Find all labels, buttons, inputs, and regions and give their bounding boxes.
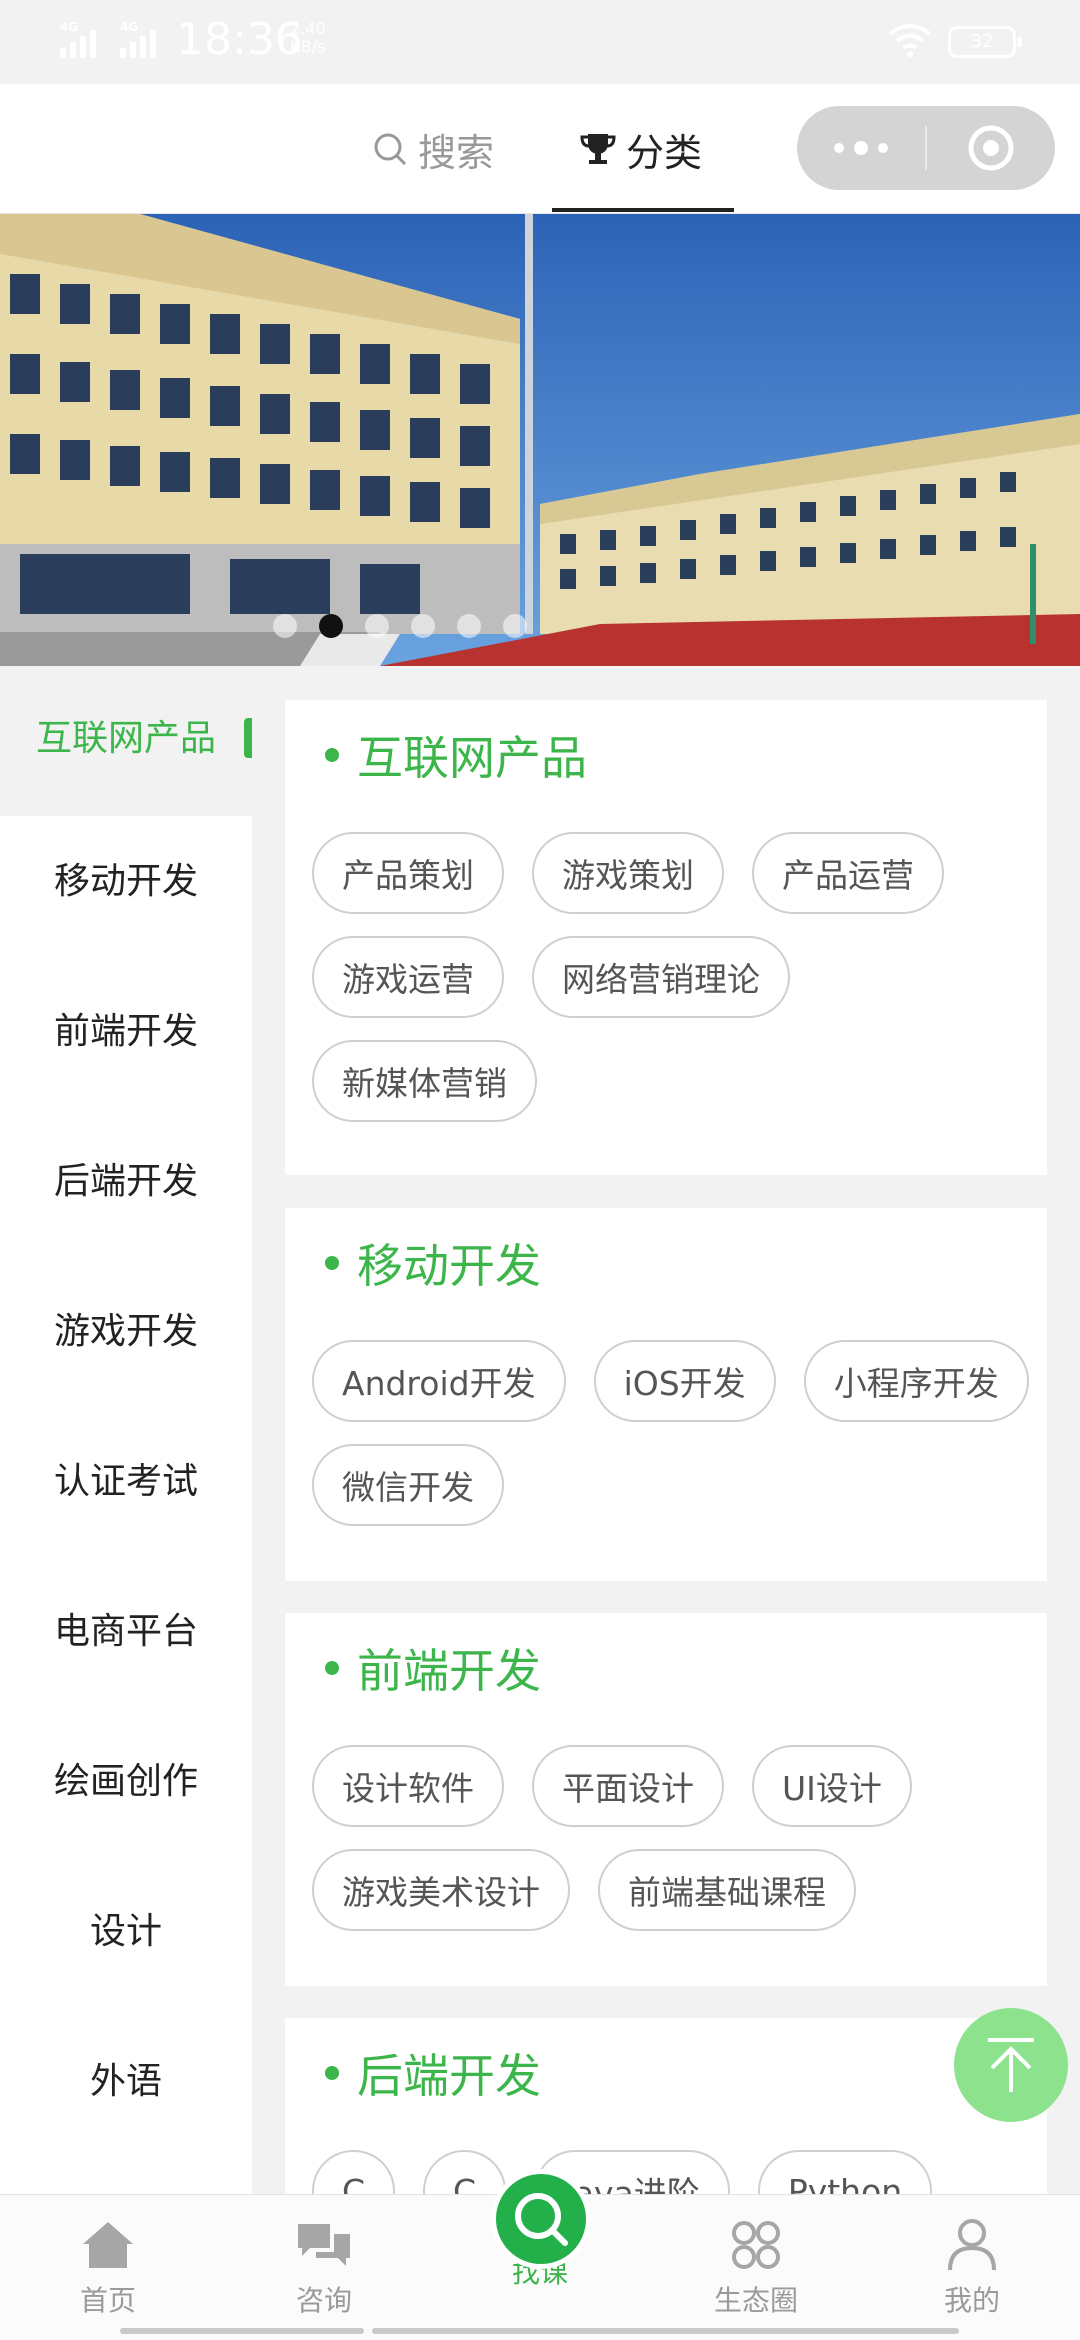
arrow-up-icon bbox=[988, 2038, 1034, 2092]
search-icon bbox=[515, 2193, 568, 2246]
section-title: 后端开发 bbox=[325, 2040, 541, 2106]
tab-mine-label: 我的 bbox=[943, 2284, 1000, 2317]
carousel-dot[interactable] bbox=[411, 614, 435, 638]
tag-chip[interactable]: 游戏运营 bbox=[312, 936, 504, 1018]
tag-chip[interactable]: 游戏美术设计 bbox=[312, 1849, 570, 1931]
carousel-dot[interactable] bbox=[365, 614, 389, 638]
find-course-center-button[interactable] bbox=[491, 2169, 591, 2269]
tab-search-label: 搜索 bbox=[418, 130, 495, 175]
tag-chip[interactable]: 网络营销理论 bbox=[532, 936, 790, 1018]
tag-list: Android开发 iOS开发 小程序开发 微信开发 bbox=[312, 1340, 1032, 1526]
sidebar-item-backend-dev[interactable]: 后端开发 bbox=[0, 1103, 252, 1253]
tag-chip[interactable]: iOS开发 bbox=[593, 1340, 776, 1422]
tab-mine[interactable]: 我的 bbox=[864, 2195, 1080, 2340]
tab-category-label: 分类 bbox=[626, 130, 703, 175]
carousel-dot[interactable] bbox=[273, 614, 297, 638]
section-title: 移动开发 bbox=[325, 1230, 541, 1296]
top-tabs: 搜索 分类 bbox=[0, 84, 1080, 214]
section-title: 前端开发 bbox=[325, 1635, 541, 1701]
tag-list: 设计软件 平面设计 UI设计 游戏美术设计 前端基础课程 bbox=[312, 1745, 1032, 1931]
tag-chip[interactable]: Android开发 bbox=[312, 1340, 566, 1422]
status-bar: 4G 4G 18:36 2.40 KB/s 32 bbox=[0, 0, 1080, 84]
tag-chip[interactable]: UI设计 bbox=[752, 1745, 912, 1827]
tab-ecosystem-label: 生态圈 bbox=[713, 2284, 798, 2317]
tab-home[interactable]: 首页 bbox=[0, 2195, 216, 2340]
more-button[interactable] bbox=[797, 106, 925, 190]
active-tab-indicator bbox=[552, 208, 734, 212]
carousel-dot[interactable] bbox=[503, 614, 527, 638]
tag-chip[interactable]: 设计软件 bbox=[312, 1745, 504, 1827]
tag-chip[interactable]: 小程序开发 bbox=[803, 1340, 1029, 1422]
tab-home-label: 首页 bbox=[79, 2284, 136, 2317]
section-title: 互联网产品 bbox=[325, 722, 587, 788]
user-icon bbox=[948, 2219, 996, 2271]
category-section: 后端开发 C C Java进阶 Python bbox=[285, 2018, 1047, 2194]
tab-category[interactable]: 分类 bbox=[580, 84, 702, 214]
page: 4G 4G 18:36 2.40 KB/s 32 搜索 分类 互联网产品 移动开… bbox=[0, 0, 1080, 2340]
signal-icon: 4G bbox=[60, 20, 108, 58]
tag-list: 产品策划 游戏策划 产品运营 游戏运营 网络营销理论 新媒体营销 bbox=[312, 832, 1032, 1122]
sidebar-item-game-dev[interactable]: 游戏开发 bbox=[0, 1253, 252, 1403]
home-icon bbox=[83, 2222, 133, 2268]
category-section: 前端开发 设计软件 平面设计 UI设计 游戏美术设计 前端基础课程 bbox=[285, 1613, 1047, 1986]
circles-icon bbox=[732, 2221, 780, 2269]
category-sidebar: 互联网产品 移动开发 前端开发 后端开发 游戏开发 认证考试 电商平台 绘画创作… bbox=[0, 666, 252, 2194]
speed-value: 2.40 bbox=[290, 19, 326, 38]
carousel-dots bbox=[0, 614, 1080, 638]
tab-search[interactable]: 搜索 bbox=[372, 84, 494, 214]
network-speed: 2.40 KB/s bbox=[290, 20, 326, 56]
sidebar-item-mobile-dev[interactable]: 移动开发 bbox=[0, 803, 252, 953]
tag-chip[interactable]: 游戏策划 bbox=[532, 832, 724, 914]
sidebar-item-foreign-language[interactable]: 外语 bbox=[0, 2003, 252, 2153]
tag-chip[interactable]: 平面设计 bbox=[532, 1745, 724, 1827]
tab-consult-label: 咨询 bbox=[295, 2284, 352, 2317]
sidebar-item-internet-product[interactable]: 互联网产品 bbox=[0, 666, 252, 816]
signal-icon: 4G bbox=[120, 20, 168, 58]
home-indicator bbox=[120, 2328, 364, 2334]
battery-level: 32 bbox=[970, 31, 994, 52]
sidebar-item-ecommerce[interactable]: 电商平台 bbox=[0, 1553, 252, 1703]
tag-chip[interactable]: 产品策划 bbox=[312, 832, 504, 914]
category-section: 互联网产品 产品策划 游戏策划 产品运营 游戏运营 网络营销理论 新媒体营销 bbox=[285, 700, 1047, 1175]
speed-unit: KB/s bbox=[290, 37, 326, 56]
tag-chip[interactable]: 新媒体营销 bbox=[312, 1040, 537, 1122]
sidebar-item-drawing[interactable]: 绘画创作 bbox=[0, 1703, 252, 1853]
campus-building-image bbox=[0, 214, 1080, 666]
tag-chip[interactable]: C bbox=[312, 2150, 396, 2194]
tab-consult[interactable]: 咨询 bbox=[216, 2195, 432, 2340]
banner-carousel[interactable] bbox=[0, 214, 1080, 666]
category-section: 移动开发 Android开发 iOS开发 小程序开发 微信开发 bbox=[285, 1208, 1047, 1581]
tag-chip[interactable]: 前端基础课程 bbox=[598, 1849, 856, 1931]
tag-list: C C Java进阶 Python bbox=[312, 2150, 1032, 2194]
close-miniapp-button[interactable] bbox=[927, 106, 1055, 190]
search-icon bbox=[374, 133, 407, 166]
carousel-dot[interactable] bbox=[457, 614, 481, 638]
sidebar-item-frontend-dev[interactable]: 前端开发 bbox=[0, 953, 252, 1103]
tab-ecosystem[interactable]: 生态圈 bbox=[648, 2195, 864, 2340]
home-indicator bbox=[372, 2328, 959, 2334]
tag-chip[interactable]: 微信开发 bbox=[312, 1444, 504, 1526]
miniapp-capsule bbox=[797, 106, 1055, 190]
sidebar-item-design[interactable]: 设计 bbox=[0, 1853, 252, 2003]
network-indicators: 4G 4G bbox=[60, 20, 168, 58]
carousel-dot[interactable] bbox=[319, 614, 343, 638]
tag-chip[interactable]: 产品运营 bbox=[752, 832, 944, 914]
tag-chip[interactable]: Python bbox=[757, 2150, 933, 2194]
trophy-icon bbox=[580, 134, 616, 164]
clock: 18:36 bbox=[176, 14, 303, 65]
sidebar-item-certification[interactable]: 认证考试 bbox=[0, 1403, 252, 1553]
back-to-top-button[interactable] bbox=[954, 2008, 1068, 2122]
bottom-tab-bar: 首页 咨询 找课 生态圈 我的 bbox=[0, 2169, 1080, 2340]
target-icon bbox=[968, 125, 1014, 171]
chat-icon bbox=[298, 2224, 350, 2266]
wifi-icon bbox=[888, 24, 932, 57]
tag-chip[interactable]: C bbox=[423, 2150, 507, 2194]
battery-icon: 32 bbox=[948, 26, 1022, 58]
